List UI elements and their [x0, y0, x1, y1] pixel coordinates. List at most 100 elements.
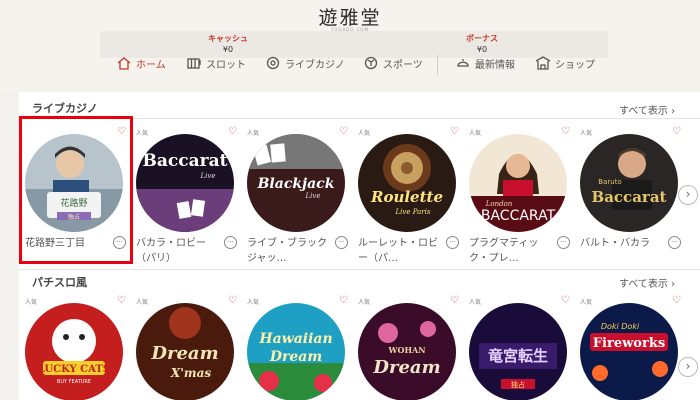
thumb-title: Blackjack	[257, 176, 335, 192]
more-options-icon[interactable]: ···	[335, 236, 348, 249]
more-options-icon[interactable]: ···	[557, 236, 570, 249]
main-nav: ホーム スロット ライブカジノ スポーツ 最新情報 ショップ	[0, 52, 700, 74]
live-casino-icon	[266, 56, 280, 70]
game-thumbnail[interactable]: WOHAN Dream	[358, 303, 456, 400]
thumb-sub: Baruto	[598, 178, 621, 186]
baccarat-table-image: Baccarat Live	[136, 134, 234, 232]
roulette-wheel-image: Roulette Live Paris	[358, 134, 456, 232]
see-all-pachislot[interactable]: すべて表示 ›	[619, 275, 675, 290]
popular-badge: 人気	[136, 130, 149, 137]
nav-slot-label: スロット	[206, 59, 246, 71]
heart-icon[interactable]: ♡	[672, 295, 681, 306]
thumb-sub: X'mas	[170, 366, 211, 380]
nav-shop[interactable]: ショップ	[535, 54, 595, 72]
more-options-icon[interactable]: ···	[224, 236, 237, 249]
thumb-title: Dream	[372, 357, 440, 378]
heart-icon[interactable]: ♡	[228, 295, 237, 306]
thumb-title: LUCKY CATS	[38, 364, 110, 375]
game-title: ライブ・ブラックジャッ…	[247, 238, 327, 264]
game-title: ルーレット・ロビー（パ…	[358, 238, 438, 264]
popular-badge: 人気	[247, 299, 260, 306]
heart-icon[interactable]: ♡	[450, 126, 459, 137]
thumb-sub: Live Paris	[395, 208, 431, 216]
game-thumbnail[interactable]: Baruto Baccarat	[580, 134, 678, 232]
see-all-live-casino[interactable]: すべて表示 ›	[619, 102, 675, 117]
section-divider	[19, 269, 700, 270]
popular-badge: 人気	[247, 130, 260, 137]
popular-badge: 人気	[136, 299, 149, 306]
thumb-title: 竜宮転生	[488, 347, 548, 365]
popular-badge: 人気	[469, 299, 482, 306]
nav-live-casino[interactable]: ライブカジノ	[265, 54, 345, 72]
game-thumbnail[interactable]: LUCKY CATS BUY FEATURE	[25, 303, 123, 400]
home-icon	[117, 57, 131, 70]
game-thumbnail[interactable]: Blackjack Live	[247, 134, 345, 232]
site-logo[interactable]: 遊雅堂	[0, 3, 700, 30]
thumb-sub: BUY FEATURE	[57, 379, 91, 385]
popular-badge: 人気	[469, 130, 482, 137]
popular-badge: 人気	[580, 299, 593, 306]
news-icon	[457, 59, 469, 67]
thumb-sub: Live	[305, 192, 321, 200]
game-thumbnail[interactable]: Hawaiian Dream	[247, 303, 345, 400]
game-thumbnail[interactable]: Roulette Live Paris	[358, 134, 456, 232]
slot-icon	[187, 58, 201, 69]
thumb-sub: 独占	[511, 380, 525, 389]
heart-icon[interactable]: ♡	[339, 295, 348, 306]
nav-home[interactable]: ホーム	[116, 54, 166, 72]
lucky-cats-image: LUCKY CATS BUY FEATURE	[25, 303, 123, 400]
more-options-icon[interactable]: ···	[668, 236, 681, 249]
nav-news-label: 最新情報	[475, 59, 515, 71]
game-thumbnail[interactable]: Baccarat Live	[136, 134, 234, 232]
nav-shop-label: ショップ	[555, 59, 595, 71]
cash-label: キャッシュ	[208, 34, 248, 43]
more-options-icon[interactable]: ···	[446, 236, 459, 249]
blackjack-table-image: Blackjack Live	[247, 134, 345, 232]
see-all-label: すべて表示	[619, 279, 668, 290]
heart-icon[interactable]: ♡	[561, 126, 570, 137]
wohan-dream-image: WOHAN Dream	[358, 303, 456, 400]
thumb-title: Dream	[150, 343, 218, 364]
hawaiian-dream-image: Hawaiian Dream	[247, 303, 345, 400]
thumb-title: Hawaiian	[258, 331, 332, 347]
section-title-live-casino: ライブカジノ	[32, 102, 98, 115]
game-thumbnail[interactable]: 竜宮転生 独占	[469, 303, 567, 400]
nav-slot[interactable]: スロット	[186, 54, 246, 72]
popular-badge: 人気	[25, 299, 38, 306]
heart-icon[interactable]: ♡	[450, 295, 459, 306]
heart-icon[interactable]: ♡	[117, 295, 126, 306]
carousel-next-button[interactable]: ›	[678, 357, 698, 377]
header: 遊雅堂 YUGADO.COM キャッシュ ¥0 ボーナス ¥0	[0, 0, 700, 92]
thumb-title: Fireworks	[593, 336, 665, 351]
nav-sports[interactable]: スポーツ	[363, 54, 423, 72]
game-thumbnail[interactable]: London BACCARAT	[469, 134, 567, 232]
heart-icon[interactable]: ♡	[672, 126, 681, 137]
popular-badge: 人気	[358, 130, 371, 137]
dream-xmas-image: Dream X'mas	[136, 303, 234, 400]
nav-sports-label: スポーツ	[383, 59, 423, 71]
heart-icon[interactable]: ♡	[561, 295, 570, 306]
carousel-next-button[interactable]: ›	[678, 185, 698, 205]
nav-home-label: ホーム	[136, 59, 166, 71]
heart-icon[interactable]: ♡	[228, 126, 237, 137]
heart-icon[interactable]: ♡	[339, 126, 348, 137]
bonus-label: ボーナス	[466, 34, 498, 43]
highlight-frame	[19, 116, 133, 264]
ryugu-tensei-image: 竜宮転生 独占	[469, 303, 567, 400]
dealer-portrait-image: London BACCARAT	[469, 134, 567, 232]
game-thumbnail[interactable]: Dream X'mas	[136, 303, 234, 400]
thumb-title: BACCARAT	[481, 208, 556, 224]
game-thumbnail[interactable]: Doki Doki Fireworks	[580, 303, 678, 400]
thumb-title: Baccarat	[592, 188, 667, 206]
thumb-title: Baccarat	[143, 151, 228, 171]
section-title-pachislot: パチスロ風	[32, 276, 87, 289]
game-title: バルト・バカラ	[580, 238, 650, 249]
dealer-portrait-image: Baruto Baccarat	[580, 134, 678, 232]
thumb-sub: Live	[200, 172, 216, 180]
thumb-title: Roulette	[370, 188, 443, 206]
sports-icon	[364, 56, 378, 70]
game-title: プラグマティック・プレ…	[469, 238, 539, 264]
thumb-sub: Doki Doki	[601, 322, 640, 331]
nav-divider	[437, 55, 438, 75]
nav-news[interactable]: 最新情報	[455, 54, 515, 72]
